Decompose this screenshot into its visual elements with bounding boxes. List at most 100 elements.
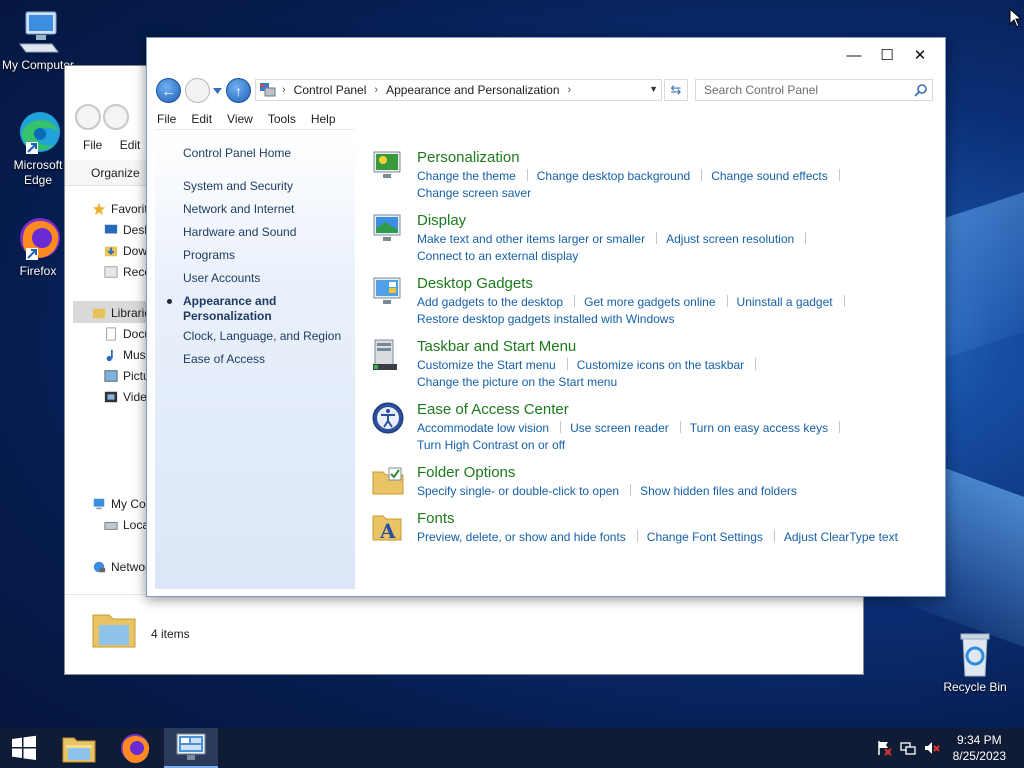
- explorer-menu-edit[interactable]: Edit: [120, 138, 141, 152]
- taskbar-control-panel[interactable]: [164, 728, 218, 768]
- nav-hardware-and-sound[interactable]: Hardware and Sound: [183, 225, 296, 240]
- link-change-screen-saver[interactable]: Change screen saver: [417, 186, 531, 200]
- music-icon: [106, 349, 113, 361]
- explorer-nav-tree: Favorites Desktop Downloads Recent Place…: [65, 188, 167, 628]
- link-separator: [843, 295, 845, 307]
- search-icon[interactable]: [914, 83, 928, 97]
- link-single-double-click[interactable]: Specify single- or double-click to open: [417, 484, 619, 498]
- category-links: Preview, delete, or show and hide fonts C…: [417, 529, 937, 546]
- link-adjust-cleartype[interactable]: Adjust ClearType text: [784, 530, 898, 544]
- link-change-desktop-background[interactable]: Change desktop background: [537, 169, 690, 183]
- link-uninstall-gadget[interactable]: Uninstall a gadget: [737, 295, 833, 309]
- explorer-menu-file[interactable]: File: [83, 138, 102, 152]
- link-separator: [636, 530, 638, 542]
- taskbar-file-explorer[interactable]: [52, 728, 106, 768]
- left-nav-pane: Control Panel Home System and Security N…: [155, 129, 355, 589]
- category-content: Personalization Change the theme Change d…: [357, 129, 937, 589]
- close-button[interactable]: ✕: [903, 44, 937, 66]
- nav-programs[interactable]: Programs: [183, 248, 235, 263]
- library-icon: [92, 308, 106, 318]
- link-accommodate-low-vision[interactable]: Accommodate low vision: [417, 421, 549, 435]
- link-use-screen-reader[interactable]: Use screen reader: [570, 421, 669, 435]
- up-button[interactable]: ↑: [226, 78, 251, 103]
- menu-tools[interactable]: Tools: [268, 110, 296, 128]
- svg-text:A: A: [379, 519, 396, 543]
- organize-button[interactable]: Organize: [91, 166, 140, 180]
- link-restore-gadgets[interactable]: Restore desktop gadgets installed with W…: [417, 312, 674, 326]
- menu-file[interactable]: File: [157, 110, 176, 128]
- explorer-forward-button[interactable]: [103, 104, 129, 130]
- link-change-font-settings[interactable]: Change Font Settings: [647, 530, 763, 544]
- breadcrumb-separator: ›: [282, 84, 286, 96]
- category-title[interactable]: Desktop Gadgets: [417, 275, 533, 292]
- category-title[interactable]: Personalization: [417, 149, 520, 166]
- back-button[interactable]: ←: [156, 78, 181, 103]
- link-easy-access-keys[interactable]: Turn on easy access keys: [690, 421, 828, 435]
- link-separator: [560, 421, 562, 433]
- link-separator: [805, 232, 807, 244]
- documents-icon: [106, 326, 116, 341]
- breadcrumb-separator[interactable]: ›: [568, 84, 572, 96]
- breadcrumb-control-panel[interactable]: Control Panel: [294, 83, 367, 97]
- desktop-icon-my-computer[interactable]: My Computer: [0, 8, 76, 73]
- link-connect-external-display[interactable]: Connect to an external display: [417, 249, 578, 263]
- nav-system-and-security[interactable]: System and Security: [183, 179, 293, 194]
- menu-edit[interactable]: Edit: [191, 110, 212, 128]
- breadcrumb-appearance[interactable]: Appearance and Personalization: [386, 83, 559, 97]
- address-dropdown-icon[interactable]: ▼: [649, 84, 658, 94]
- category-title[interactable]: Folder Options: [417, 464, 515, 481]
- link-separator: [839, 421, 841, 433]
- refresh-button[interactable]: ⇆: [664, 79, 688, 101]
- nav-user-accounts[interactable]: User Accounts: [183, 271, 260, 286]
- active-bullet: [167, 299, 172, 304]
- recent-pages-dropdown[interactable]: [213, 88, 222, 94]
- network-icon: [93, 561, 106, 572]
- link-separator: [755, 358, 757, 370]
- taskbar-firefox[interactable]: [108, 728, 162, 768]
- link-separator: [630, 484, 632, 496]
- link-add-gadgets[interactable]: Add gadgets to the desktop: [417, 295, 563, 309]
- explorer-back-button[interactable]: [75, 104, 101, 130]
- link-high-contrast[interactable]: Turn High Contrast on or off: [417, 438, 565, 452]
- menu-view[interactable]: View: [227, 110, 253, 128]
- link-show-hidden-files[interactable]: Show hidden files and folders: [640, 484, 797, 498]
- search-input[interactable]: [704, 83, 914, 97]
- desktop-icon-recycle-bin[interactable]: Recycle Bin: [937, 630, 1013, 695]
- disk-icon: [104, 521, 118, 530]
- control-panel-icon: [176, 733, 206, 760]
- menu-help[interactable]: Help: [311, 110, 336, 128]
- clock-time: 9:34 PM: [956, 733, 1002, 747]
- category-title[interactable]: Taskbar and Start Menu: [417, 338, 576, 355]
- nav-clock-language-region[interactable]: Clock, Language, and Region: [183, 329, 341, 344]
- link-change-sound-effects[interactable]: Change sound effects: [711, 169, 828, 183]
- system-clock[interactable]: 9:34 PM 8/25/2023: [953, 732, 1006, 764]
- forward-button[interactable]: [185, 78, 210, 103]
- title-bar: — ☐ ✕: [147, 38, 945, 72]
- gadgets-icon: [373, 277, 401, 304]
- nav-ease-of-access[interactable]: Ease of Access: [183, 352, 265, 367]
- volume-muted-icon[interactable]: [924, 740, 940, 756]
- start-button[interactable]: [0, 728, 48, 768]
- link-get-more-gadgets[interactable]: Get more gadgets online: [584, 295, 715, 309]
- recycle-bin-icon: [951, 630, 999, 678]
- action-center-flag-icon[interactable]: [876, 740, 892, 756]
- link-adjust-screen-resolution[interactable]: Adjust screen resolution: [666, 232, 794, 246]
- link-change-theme[interactable]: Change the theme: [417, 169, 516, 183]
- link-change-start-picture[interactable]: Change the picture on the Start menu: [417, 375, 617, 389]
- computer-icon: [14, 8, 62, 56]
- category-title[interactable]: Ease of Access Center: [417, 401, 569, 418]
- link-customize-taskbar-icons[interactable]: Customize icons on the taskbar: [577, 358, 744, 372]
- network-icon[interactable]: [900, 740, 916, 756]
- nav-control-panel-home[interactable]: Control Panel Home: [183, 146, 291, 161]
- nav-appearance-and-personalization[interactable]: Appearance and Personalization: [183, 294, 293, 324]
- link-customize-start-menu[interactable]: Customize the Start menu: [417, 358, 556, 372]
- category-title[interactable]: Display: [417, 212, 466, 229]
- category-title[interactable]: Fonts: [417, 510, 455, 527]
- nav-network-and-internet[interactable]: Network and Internet: [183, 202, 294, 217]
- clock-date: 8/25/2023: [952, 749, 1006, 763]
- minimize-button[interactable]: —: [837, 44, 871, 66]
- address-bar[interactable]: › Control Panel › Appearance and Persona…: [255, 79, 662, 101]
- link-make-text-larger[interactable]: Make text and other items larger or smal…: [417, 232, 645, 246]
- maximize-button[interactable]: ☐: [870, 44, 904, 66]
- link-preview-fonts[interactable]: Preview, delete, or show and hide fonts: [417, 530, 626, 544]
